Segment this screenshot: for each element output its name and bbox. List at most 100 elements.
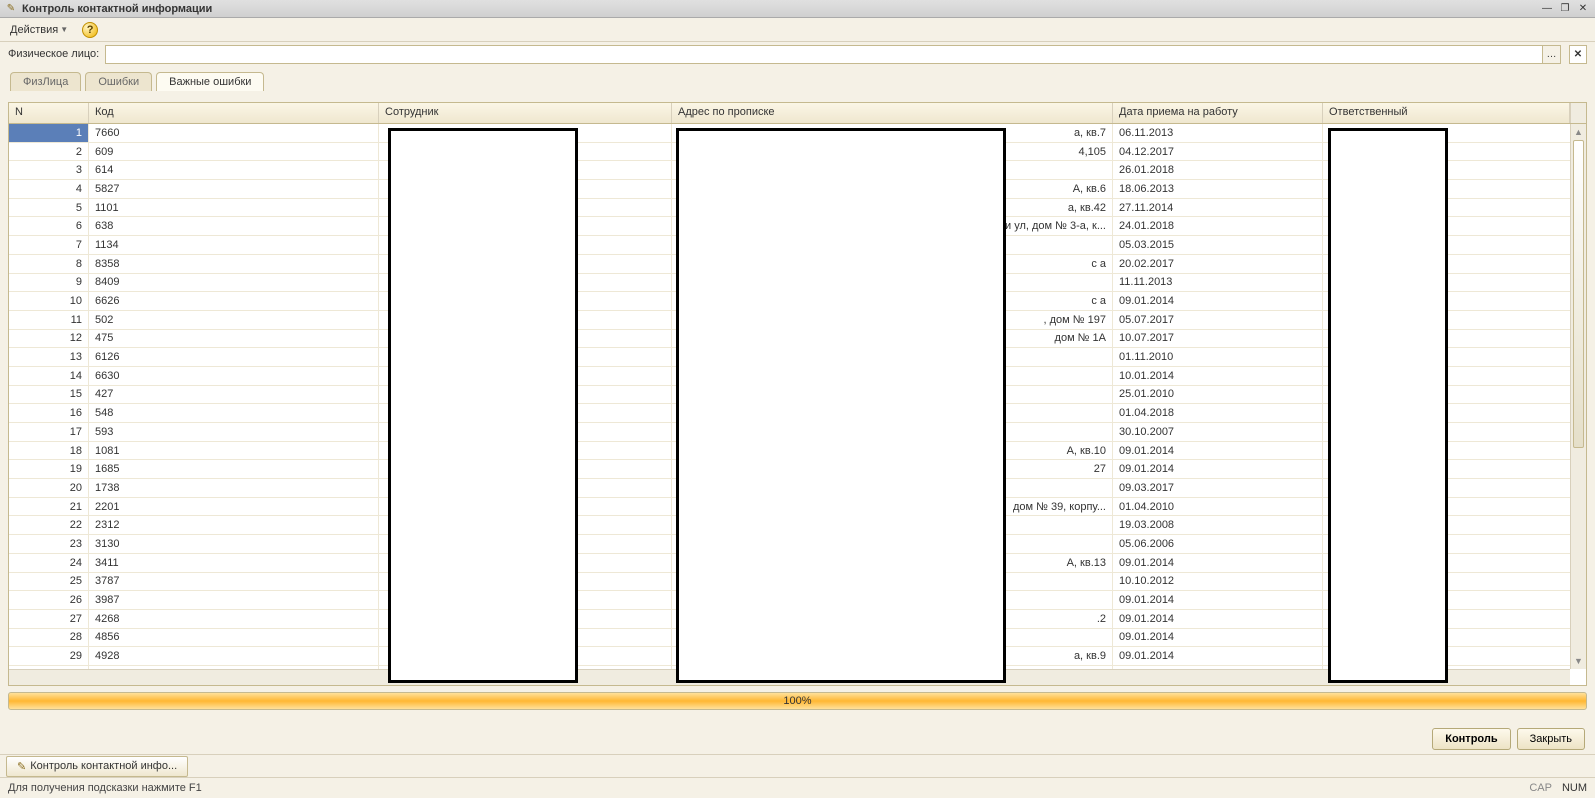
- table-row[interactable]: 181081А, кв.1009.01.2014: [9, 442, 1586, 461]
- table-row[interactable]: 26094,10504.12.2017: [9, 143, 1586, 162]
- cell-address: А, кв.13: [672, 554, 1113, 572]
- table-row[interactable]: 25378710.10.2012: [9, 573, 1586, 592]
- cell-hire-date: 18.06.2013: [1113, 180, 1323, 198]
- cell-code: 1081: [89, 442, 379, 460]
- cell-hire-date: 11.11.2013: [1113, 274, 1323, 292]
- cell-address: [672, 479, 1113, 497]
- window-title: Контроль контактной информации: [22, 3, 212, 15]
- help-button[interactable]: ?: [78, 20, 102, 40]
- cell-n: 24: [9, 554, 89, 572]
- cell-address: .2: [672, 610, 1113, 628]
- cell-responsible: [1323, 180, 1586, 198]
- tab-vazhnye-oshibki[interactable]: Важные ошибки: [156, 72, 264, 91]
- taskbar-tab[interactable]: ✎ Контроль контактной инфо...: [6, 756, 188, 777]
- cell-hire-date: 01.11.2010: [1113, 348, 1323, 366]
- horizontal-scrollbar[interactable]: [9, 669, 1570, 685]
- cell-hire-date: 09.01.2014: [1113, 610, 1323, 628]
- cell-code: 1685: [89, 460, 379, 478]
- cell-hire-date: 09.01.2014: [1113, 629, 1323, 647]
- scroll-track[interactable]: [1571, 140, 1586, 653]
- table-row[interactable]: 45827А, кв.618.06.2013: [9, 180, 1586, 199]
- restore-button[interactable]: ❐: [1557, 2, 1573, 16]
- table-row[interactable]: 274268.209.01.2014: [9, 610, 1586, 629]
- col-header-hire-date[interactable]: Дата приема на работу: [1113, 103, 1323, 123]
- table-row[interactable]: 20173809.03.2017: [9, 479, 1586, 498]
- table-row[interactable]: 17660а, кв.706.11.2013: [9, 124, 1586, 143]
- cell-employee: [379, 199, 672, 217]
- control-button[interactable]: Контроль: [1432, 728, 1510, 750]
- table-row[interactable]: 22231219.03.2008: [9, 516, 1586, 535]
- vertical-scrollbar[interactable]: ▲ ▼: [1570, 124, 1586, 669]
- cell-n: 8: [9, 255, 89, 273]
- table-row[interactable]: 1916852709.01.2014: [9, 460, 1586, 479]
- table-row[interactable]: 26398709.01.2014: [9, 591, 1586, 610]
- cell-responsible: [1323, 330, 1586, 348]
- cell-employee: [379, 554, 672, 572]
- cell-employee: [379, 460, 672, 478]
- table-row[interactable]: 6638и ул, дом № 3-а, к...24.01.2018: [9, 217, 1586, 236]
- cell-address: [672, 348, 1113, 366]
- cell-address: [672, 516, 1113, 534]
- table-row[interactable]: 51101а, кв.4227.11.2014: [9, 199, 1586, 218]
- cell-hire-date: 09.01.2014: [1113, 554, 1323, 572]
- table-row[interactable]: 23313005.06.2006: [9, 535, 1586, 554]
- tab-oshibki[interactable]: Ошибки: [85, 72, 152, 91]
- close-window-button[interactable]: ✕: [1575, 2, 1591, 16]
- table-row[interactable]: 7113405.03.2015: [9, 236, 1586, 255]
- actions-menu[interactable]: Действия ▼: [6, 22, 72, 38]
- col-header-n[interactable]: N: [9, 103, 89, 123]
- table-row[interactable]: 88358с а20.02.2017: [9, 255, 1586, 274]
- cell-hire-date: 09.01.2014: [1113, 292, 1323, 310]
- grid-header: N Код Сотрудник Адрес по прописке Дата п…: [9, 103, 1586, 124]
- table-row[interactable]: 13612601.11.2010: [9, 348, 1586, 367]
- cell-employee: [379, 292, 672, 310]
- table-row[interactable]: 12475дом № 1А10.07.2017: [9, 330, 1586, 349]
- table-row[interactable]: 294928а, кв.909.01.2014: [9, 647, 1586, 666]
- cell-n: 9: [9, 274, 89, 292]
- chevron-down-icon: ▼: [60, 25, 68, 34]
- cell-responsible: [1323, 629, 1586, 647]
- taskbar-tab-label: Контроль контактной инфо...: [30, 760, 177, 772]
- cell-responsible: [1323, 591, 1586, 609]
- cell-hire-date: 05.06.2006: [1113, 535, 1323, 553]
- col-header-responsible[interactable]: Ответственный: [1323, 103, 1570, 123]
- person-input[interactable]: [106, 46, 1542, 63]
- cell-responsible: [1323, 348, 1586, 366]
- tab-fizlitsa[interactable]: ФизЛица: [10, 72, 81, 91]
- cell-n: 27: [9, 610, 89, 628]
- table-row[interactable]: 11502, дом № 19705.07.2017: [9, 311, 1586, 330]
- lookup-button[interactable]: …: [1542, 46, 1560, 63]
- cap-indicator: CAP: [1529, 782, 1552, 794]
- table-row[interactable]: 361426.01.2018: [9, 161, 1586, 180]
- table-row[interactable]: 14663010.01.2014: [9, 367, 1586, 386]
- table-row[interactable]: 243411А, кв.1309.01.2014: [9, 554, 1586, 573]
- cell-responsible: [1323, 274, 1586, 292]
- table-row[interactable]: 106626с а09.01.2014: [9, 292, 1586, 311]
- table-row[interactable]: 28485609.01.2014: [9, 629, 1586, 648]
- cell-employee: [379, 479, 672, 497]
- cell-code: 2312: [89, 516, 379, 534]
- cell-n: 5: [9, 199, 89, 217]
- scroll-thumb[interactable]: [1573, 140, 1584, 448]
- cell-n: 21: [9, 498, 89, 516]
- col-header-code[interactable]: Код: [89, 103, 379, 123]
- cell-address: а, кв.42: [672, 199, 1113, 217]
- table-row[interactable]: 1542725.01.2010: [9, 386, 1586, 405]
- minimize-button[interactable]: —: [1539, 2, 1555, 16]
- clear-button[interactable]: ✕: [1569, 45, 1587, 64]
- cell-employee: [379, 404, 672, 422]
- scroll-up-icon[interactable]: ▲: [1571, 124, 1586, 140]
- table-row[interactable]: 9840911.11.2013: [9, 274, 1586, 293]
- table-row[interactable]: 212201дом № 39, корпу...01.04.2010: [9, 498, 1586, 517]
- col-header-employee[interactable]: Сотрудник: [379, 103, 672, 123]
- cell-responsible: [1323, 236, 1586, 254]
- close-button[interactable]: Закрыть: [1517, 728, 1585, 750]
- col-header-address[interactable]: Адрес по прописке: [672, 103, 1113, 123]
- cell-responsible: [1323, 199, 1586, 217]
- cell-code: 5827: [89, 180, 379, 198]
- scroll-down-icon[interactable]: ▼: [1571, 653, 1586, 669]
- cell-hire-date: 25.01.2010: [1113, 386, 1323, 404]
- table-row[interactable]: 1654801.04.2018: [9, 404, 1586, 423]
- table-row[interactable]: 1759330.10.2007: [9, 423, 1586, 442]
- num-indicator: NUM: [1562, 782, 1587, 794]
